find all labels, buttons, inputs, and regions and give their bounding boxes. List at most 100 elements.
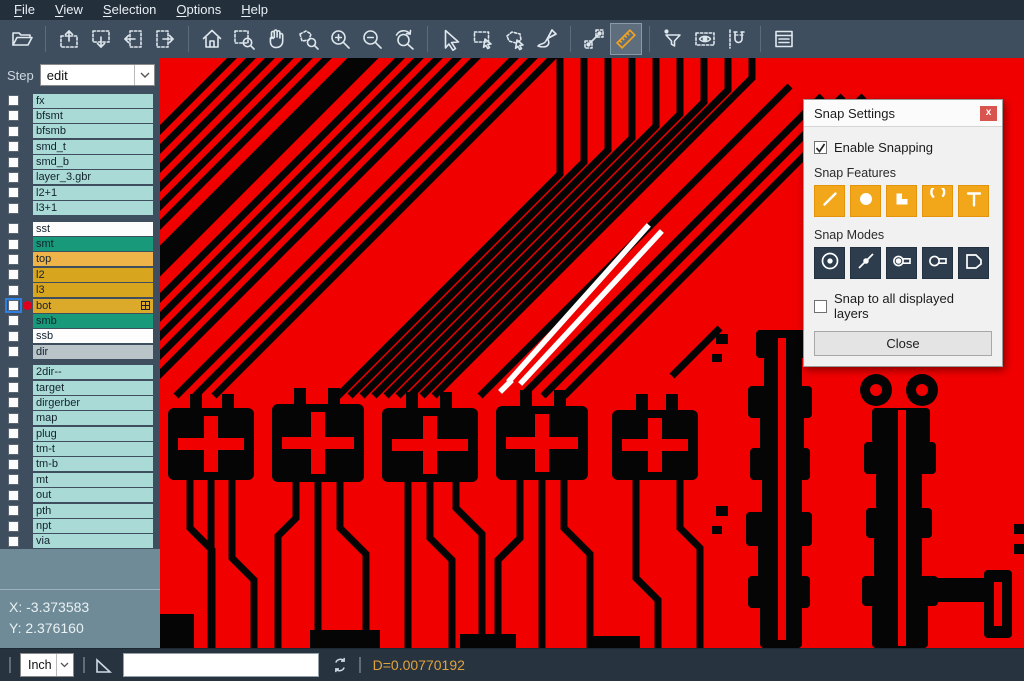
- pan-down-button[interactable]: [85, 23, 117, 55]
- layer-name-top[interactable]: top: [33, 252, 153, 266]
- zoom-in-button[interactable]: [324, 23, 356, 55]
- layer-name-tm-t[interactable]: tm-t: [33, 442, 153, 456]
- mode-center-button[interactable]: [814, 247, 845, 279]
- layer-row-out[interactable]: out: [0, 488, 160, 503]
- layer-checkbox-map[interactable]: [6, 412, 21, 425]
- layer-row-ssb[interactable]: ssb: [0, 329, 160, 344]
- layer-row-mt[interactable]: mt: [0, 472, 160, 487]
- layer-name-npt[interactable]: npt: [33, 519, 153, 533]
- snap-pad-button[interactable]: [886, 185, 917, 217]
- zoom-window-button[interactable]: [228, 23, 260, 55]
- layer-name-l3+1[interactable]: l3+1: [33, 201, 153, 215]
- layer-checkbox-target[interactable]: [6, 381, 21, 394]
- layer-name-smb[interactable]: smb: [33, 314, 153, 328]
- layer-checkbox-bfsmb[interactable]: [6, 125, 21, 138]
- layer-checkbox-via[interactable]: [6, 535, 21, 548]
- pan-up-button[interactable]: [53, 23, 85, 55]
- polygon-select-button[interactable]: [499, 23, 531, 55]
- layer-checkbox-2dir--[interactable]: [6, 366, 21, 379]
- pcb-canvas[interactable]: Snap Settings x Enable Snapping Snap Fea…: [160, 58, 1024, 648]
- layer-row-bot[interactable]: bot: [0, 298, 160, 313]
- layer-name-bot[interactable]: bot: [33, 299, 153, 313]
- layer-name-bfsmt[interactable]: bfsmt: [33, 109, 153, 123]
- layer-row-tm-b[interactable]: tm-b: [0, 457, 160, 472]
- layer-name-smd_b[interactable]: smd_b: [33, 155, 153, 169]
- layer-row-npt[interactable]: npt: [0, 519, 160, 534]
- layer-name-via[interactable]: via: [33, 534, 153, 548]
- view-highlight-button[interactable]: [689, 23, 721, 55]
- layer-checkbox-smb[interactable]: [6, 314, 21, 327]
- menu-selection[interactable]: Selection: [93, 0, 166, 20]
- layer-row-layer_3.gbr[interactable]: layer_3.gbr: [0, 170, 160, 185]
- snap-text-button[interactable]: [958, 185, 989, 217]
- layer-checkbox-bfsmt[interactable]: [6, 109, 21, 122]
- mode-on-line-button[interactable]: [850, 247, 881, 279]
- brush-deselect-button[interactable]: [531, 23, 563, 55]
- layer-checkbox-npt[interactable]: [6, 520, 21, 533]
- layer-name-plug[interactable]: plug: [33, 427, 153, 441]
- dialog-titlebar[interactable]: Snap Settings x: [804, 100, 1002, 127]
- layer-name-dir[interactable]: dir: [33, 345, 153, 359]
- layer-name-l2+1[interactable]: l2+1: [33, 186, 153, 200]
- layer-name-smt[interactable]: smt: [33, 237, 153, 251]
- layer-row-dirgerber[interactable]: dirgerber: [0, 395, 160, 410]
- layers-panel-button[interactable]: [768, 23, 800, 55]
- layer-checkbox-tm-b[interactable]: [6, 458, 21, 471]
- layer-checkbox-ssb[interactable]: [6, 330, 21, 343]
- pan-right-button[interactable]: [149, 23, 181, 55]
- layer-row-l3+1[interactable]: l3+1: [0, 201, 160, 216]
- menu-options[interactable]: Options: [166, 0, 231, 20]
- layer-row-smd_b[interactable]: smd_b: [0, 155, 160, 170]
- layer-checkbox-top[interactable]: [6, 253, 21, 266]
- layer-name-out[interactable]: out: [33, 488, 153, 502]
- step-dropdown[interactable]: edit: [40, 64, 155, 86]
- pan-left-button[interactable]: [117, 23, 149, 55]
- layer-row-fx[interactable]: fx: [0, 93, 160, 108]
- layer-checkbox-pth[interactable]: [6, 504, 21, 517]
- layer-checkbox-plug[interactable]: [6, 427, 21, 440]
- enable-snapping-row[interactable]: Enable Snapping: [814, 140, 992, 155]
- layer-row-plug[interactable]: plug: [0, 426, 160, 441]
- layer-checkbox-smd_b[interactable]: [6, 156, 21, 169]
- zoom-polygon-button[interactable]: [292, 23, 324, 55]
- menu-help[interactable]: Help: [231, 0, 278, 20]
- layer-checkbox-out[interactable]: [6, 489, 21, 502]
- layer-checkbox-tm-t[interactable]: [6, 443, 21, 456]
- layer-name-l3[interactable]: l3: [33, 283, 153, 297]
- layer-checkbox-dirgerber[interactable]: [6, 396, 21, 409]
- layer-row-bfsmt[interactable]: bfsmt: [0, 108, 160, 123]
- layer-checkbox-l2+1[interactable]: [6, 186, 21, 199]
- layer-row-pth[interactable]: pth: [0, 503, 160, 518]
- mode-end-filled-button[interactable]: [886, 247, 917, 279]
- layer-name-bfsmb[interactable]: bfsmb: [33, 124, 153, 138]
- snap-round-button[interactable]: [850, 185, 881, 217]
- layer-row-l2+1[interactable]: l2+1: [0, 185, 160, 200]
- pointer-select-button[interactable]: [435, 23, 467, 55]
- layer-name-tm-b[interactable]: tm-b: [33, 457, 153, 471]
- layer-row-l3[interactable]: l3: [0, 283, 160, 298]
- command-input[interactable]: [123, 653, 319, 677]
- layer-checkbox-sst[interactable]: [6, 222, 21, 235]
- menu-view[interactable]: View: [45, 0, 93, 20]
- layer-row-smd_t[interactable]: smd_t: [0, 139, 160, 154]
- layer-row-2dir--[interactable]: 2dir--: [0, 365, 160, 380]
- enable-snapping-checkbox[interactable]: [814, 141, 827, 154]
- layer-name-layer_3.gbr[interactable]: layer_3.gbr: [33, 170, 153, 184]
- snap-magnet-button[interactable]: [721, 23, 753, 55]
- snap-all-layers-row[interactable]: Snap to all displayed layers: [814, 291, 992, 321]
- rectangle-select-button[interactable]: [467, 23, 499, 55]
- snap-line-button[interactable]: [814, 185, 845, 217]
- layer-name-ssb[interactable]: ssb: [33, 329, 153, 343]
- filter-button[interactable]: [657, 23, 689, 55]
- layer-row-target[interactable]: target: [0, 380, 160, 395]
- open-file-button[interactable]: [6, 23, 38, 55]
- close-button[interactable]: Close: [814, 331, 992, 356]
- layer-name-l2[interactable]: l2: [33, 268, 153, 282]
- layer-checkbox-mt[interactable]: [6, 473, 21, 486]
- layer-row-smt[interactable]: smt: [0, 237, 160, 252]
- layer-row-via[interactable]: via: [0, 534, 160, 549]
- layer-checkbox-fx[interactable]: [6, 94, 21, 107]
- snap-arc-button[interactable]: [922, 185, 953, 217]
- layer-checkbox-l2[interactable]: [6, 268, 21, 281]
- zoom-home-button[interactable]: [196, 23, 228, 55]
